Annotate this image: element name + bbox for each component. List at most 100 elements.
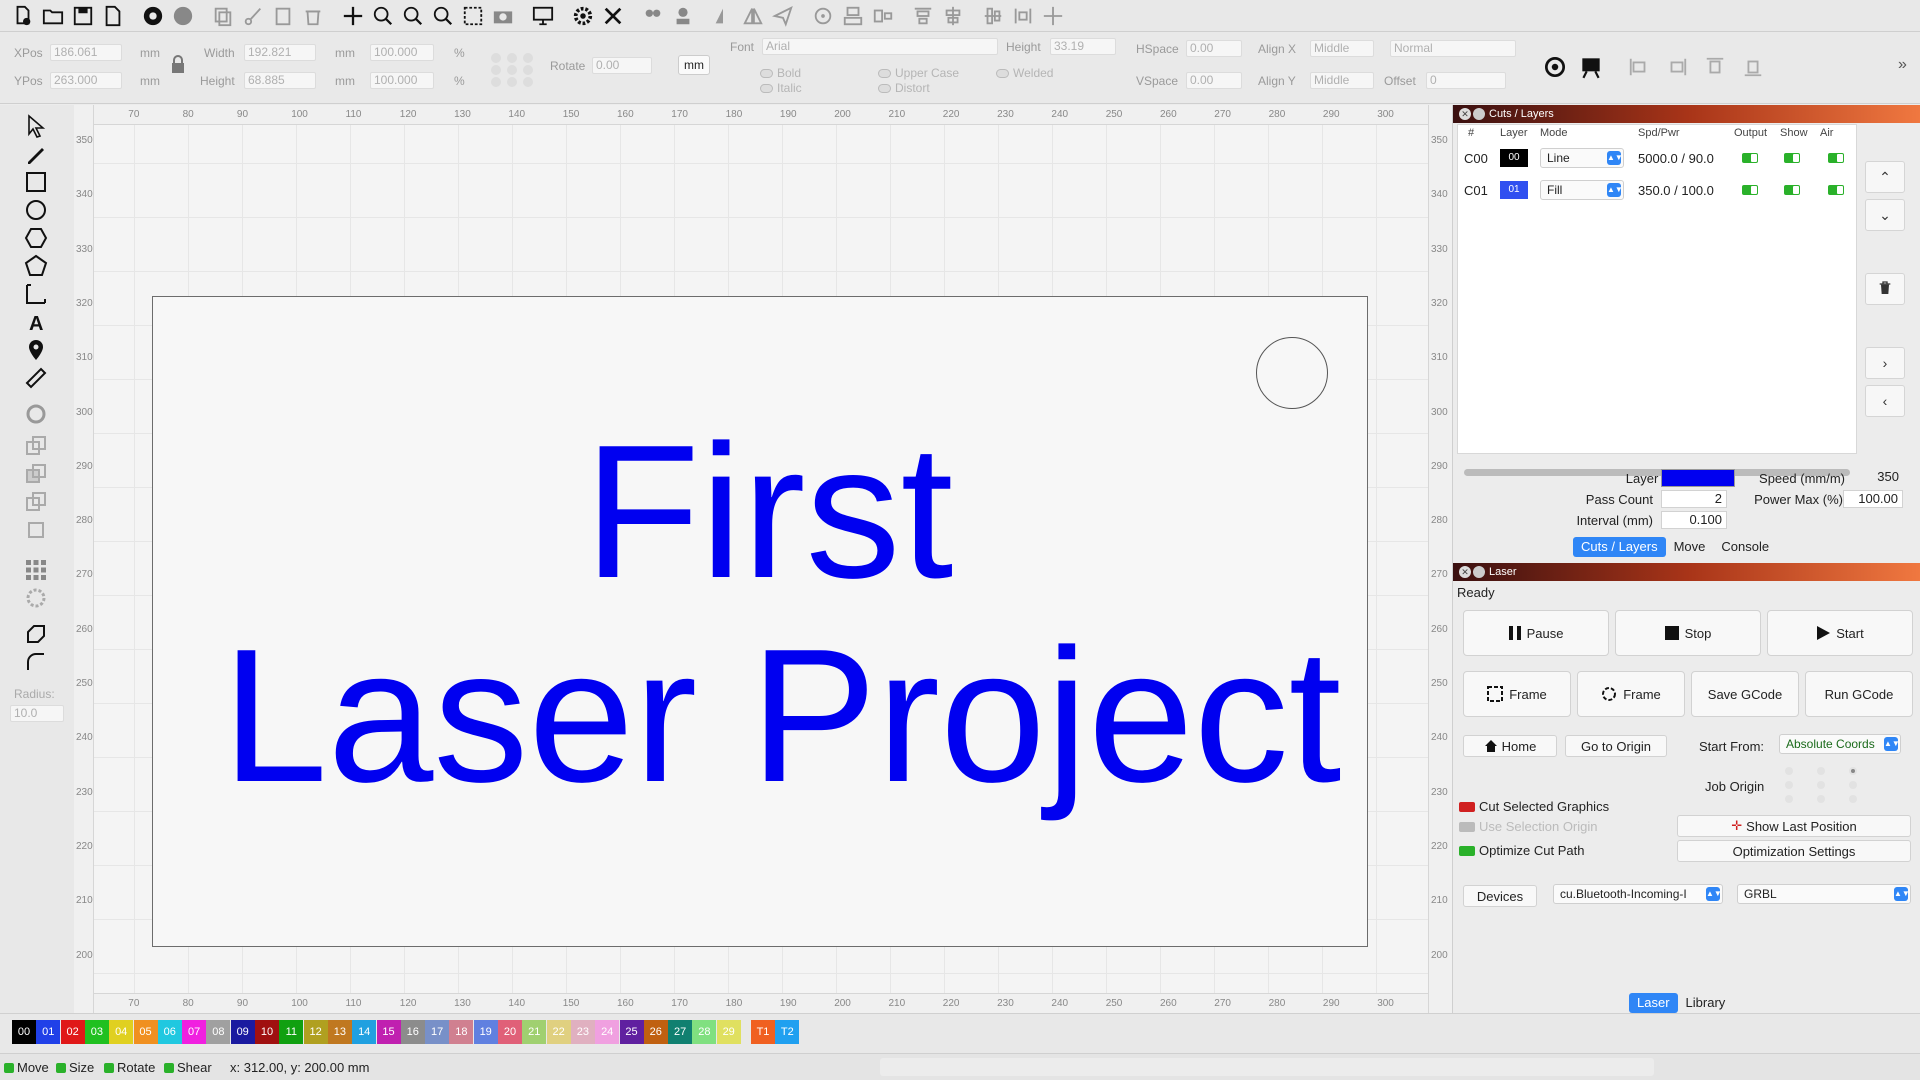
output-toggle[interactable]	[1742, 185, 1758, 195]
italic-checkbox[interactable]: Italic	[760, 81, 802, 95]
target-icon[interactable]	[810, 3, 836, 29]
save-gcode-button[interactable]: Save GCode	[1691, 671, 1799, 717]
palette-swatch-T2[interactable]: T2	[775, 1020, 800, 1044]
bold-checkbox[interactable]: Bold	[760, 66, 801, 80]
palette-swatch-02[interactable]: 02	[60, 1020, 85, 1044]
distort-checkbox[interactable]: Distort	[878, 81, 930, 95]
frame-tool-icon[interactable]	[22, 281, 50, 307]
home-button[interactable]: Home	[1463, 735, 1557, 757]
distribute-icon[interactable]	[870, 3, 896, 29]
pen-tool-icon[interactable]	[22, 141, 50, 167]
palette-swatch-07[interactable]: 07	[182, 1020, 207, 1044]
palette-swatch-23[interactable]: 23	[570, 1020, 595, 1044]
palette-swatch-00[interactable]: 00	[12, 1020, 36, 1044]
group-icon[interactable]	[640, 3, 666, 29]
close-panel-icon[interactable]: ✕	[1459, 108, 1471, 120]
frame-circle-button[interactable]: Frame	[1577, 671, 1685, 717]
rotate-indicator[interactable]: Rotate	[104, 1060, 155, 1075]
optimize-cut-path-checkbox[interactable]: Optimize Cut Path	[1459, 843, 1585, 858]
palette-swatch-24[interactable]: 24	[595, 1020, 620, 1044]
align-right-icon[interactable]	[1666, 56, 1688, 78]
air-toggle[interactable]	[1828, 185, 1844, 195]
lock-ratio-icon[interactable]	[170, 54, 186, 74]
font-height-input[interactable]: 33.19	[1050, 38, 1116, 55]
monitor-icon[interactable]	[530, 3, 556, 29]
text-mode-select[interactable]: Normal	[1390, 40, 1516, 57]
zoom-fit-icon[interactable]	[430, 3, 456, 29]
center-crosshair-icon[interactable]	[1040, 3, 1066, 29]
upper-case-checkbox[interactable]: Upper Case	[878, 66, 959, 80]
show-toggle[interactable]	[1784, 153, 1800, 163]
show-toggle[interactable]	[1784, 185, 1800, 195]
palette-swatch-19[interactable]: 19	[473, 1020, 498, 1044]
show-last-position-button[interactable]: ✛ Show Last Position	[1677, 815, 1911, 837]
air-toggle[interactable]	[1828, 153, 1844, 163]
use-selection-origin-checkbox[interactable]: Use Selection Origin	[1459, 819, 1598, 834]
palette-swatch-26[interactable]: 26	[643, 1020, 668, 1044]
save-as-icon[interactable]	[100, 3, 126, 29]
layer-swatch[interactable]: 00	[1500, 149, 1528, 167]
palette-swatch-22[interactable]: 22	[546, 1020, 571, 1044]
ungroup-icon[interactable]	[670, 3, 696, 29]
align-bottom-edge-icon[interactable]	[1742, 56, 1764, 78]
camera-icon[interactable]	[490, 3, 516, 29]
start-from-select[interactable]: Absolute Coords ▲▼	[1779, 734, 1901, 754]
rotary-icon[interactable]	[1542, 54, 1568, 80]
position-pin-icon[interactable]	[22, 337, 50, 363]
align-top-icon[interactable]	[910, 3, 936, 29]
cut-icon[interactable]	[240, 3, 266, 29]
boolean-subtract-icon[interactable]	[22, 461, 50, 487]
layer-swatch[interactable]: 01	[1500, 181, 1528, 199]
polygon-tool-icon[interactable]	[22, 225, 50, 251]
zoom-in-icon[interactable]	[370, 3, 396, 29]
palette-swatch-12[interactable]: 12	[303, 1020, 328, 1044]
ypos-input[interactable]: 263.000	[50, 72, 122, 89]
height-percent-input[interactable]: 100.000	[370, 72, 434, 89]
paste-icon[interactable]	[270, 3, 296, 29]
move-indicator[interactable]: Move	[4, 1060, 49, 1075]
pentagon-tool-icon[interactable]	[22, 253, 50, 279]
power-max-input[interactable]: 100.00	[1843, 490, 1903, 508]
radius-input[interactable]: 10.0	[10, 705, 64, 722]
ellipse-tool-icon[interactable]	[22, 197, 50, 223]
align-x-select[interactable]: Middle	[1310, 40, 1374, 57]
move-tool-icon[interactable]	[340, 3, 366, 29]
boolean-intersect-icon[interactable]	[22, 489, 50, 515]
palette-swatch-10[interactable]: 10	[255, 1020, 279, 1044]
palette-swatch-04[interactable]: 04	[109, 1020, 134, 1044]
send-icon[interactable]	[770, 3, 796, 29]
frame-rect-button[interactable]: Frame	[1463, 671, 1571, 717]
layer-row[interactable]: C00 00 Line ▲▼ 5000.0 / 90.0	[1458, 145, 1856, 173]
array-grid-icon[interactable]	[22, 557, 50, 583]
vspace-input[interactable]: 0.00	[1186, 72, 1242, 89]
palette-swatch-11[interactable]: 11	[279, 1020, 304, 1044]
palette-swatch-14[interactable]: 14	[352, 1020, 377, 1044]
height-input[interactable]: 68.885	[244, 72, 316, 89]
open-folder-icon[interactable]	[40, 3, 66, 29]
zoom-selection-icon[interactable]	[460, 3, 486, 29]
palette-swatch-25[interactable]: 25	[619, 1020, 644, 1044]
palette-swatch-15[interactable]: 15	[376, 1020, 401, 1044]
palette-swatch-08[interactable]: 08	[206, 1020, 231, 1044]
expand-right-button[interactable]: ›	[1865, 347, 1905, 379]
size-indicator[interactable]: Size	[56, 1060, 94, 1075]
flip-horizontal-icon[interactable]	[710, 3, 736, 29]
units-toggle-button[interactable]: mm	[678, 55, 710, 75]
tab-laser[interactable]: Laser	[1629, 993, 1678, 1013]
circular-array-icon[interactable]	[22, 585, 50, 611]
delete-icon[interactable]	[300, 3, 326, 29]
tab-console[interactable]: Console	[1713, 537, 1777, 557]
welded-checkbox[interactable]: Welded	[996, 66, 1053, 80]
offset-tool-icon[interactable]	[22, 401, 50, 427]
align-left-icon[interactable]	[1628, 56, 1650, 78]
speed-input[interactable]: 350	[1843, 469, 1903, 487]
align-center-icon[interactable]	[980, 3, 1006, 29]
tools-icon[interactable]	[600, 3, 626, 29]
save-icon[interactable]	[70, 3, 96, 29]
pause-button[interactable]: Pause	[1463, 610, 1609, 656]
text-tool-icon[interactable]: A	[22, 309, 50, 335]
layer-mode-select[interactable]: Line ▲▼	[1540, 148, 1624, 168]
palette-swatch-18[interactable]: 18	[449, 1020, 474, 1044]
palette-swatch-05[interactable]: 05	[133, 1020, 158, 1044]
select-arrow-icon[interactable]	[22, 113, 50, 139]
